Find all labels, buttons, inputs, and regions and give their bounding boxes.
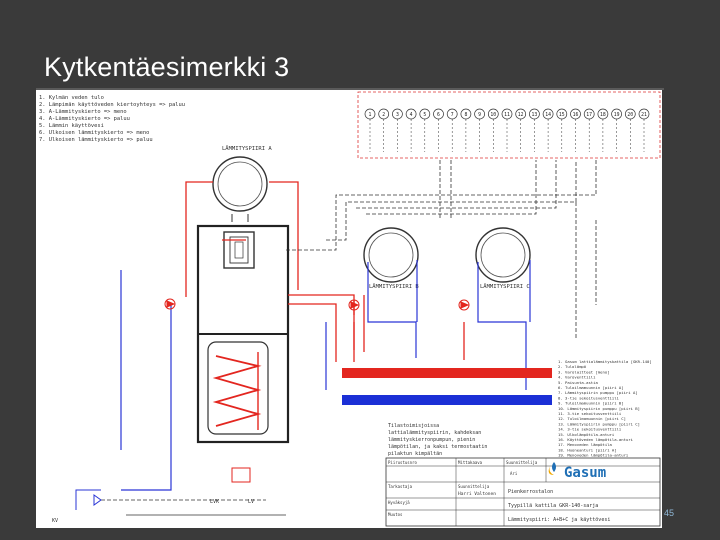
tb-value: Ari bbox=[510, 471, 518, 476]
legend-line: 3. A-Lämmityskierto => meno bbox=[39, 109, 127, 115]
control-wiring bbox=[286, 160, 597, 340]
note-line: lämpötilan, ja kaksi termostaatin bbox=[388, 444, 487, 450]
terminal-circles: 1 2 3 4 5 6 7 8 9 10 11 12 13 14 15 16 17 18 19 20 21 bbox=[364, 108, 650, 152]
note-line: lattialämmityspiirin, kahdeksan bbox=[388, 430, 481, 436]
terminal-number: 3 bbox=[396, 112, 399, 118]
note-line: Tilastoimisjoissa bbox=[388, 423, 439, 429]
terminal-number: 9 bbox=[478, 112, 481, 118]
tb-label: Suunnittelija bbox=[506, 460, 538, 465]
terminal-number: 2 bbox=[382, 112, 385, 118]
terminal-number: 18 bbox=[600, 112, 606, 118]
terminal-number: 1 bbox=[369, 112, 372, 118]
tb-left-label: Tarkastaja bbox=[388, 484, 413, 489]
legend-line: 5. Lämmin käyttövesi bbox=[39, 123, 104, 129]
terminal-number: 7 bbox=[451, 112, 454, 118]
legend-line: 2. Lämpimän käyttöveden kiertoyhteys => … bbox=[39, 102, 185, 108]
bottom-connections: LVK LV KV bbox=[52, 467, 286, 524]
tb-label: Piirustusnro bbox=[388, 460, 417, 465]
note-block: Tilastoimisjoissa lattialämmityspiirin, … bbox=[388, 423, 487, 457]
circuit-a: LÄMMITYSPIIRI A bbox=[212, 145, 272, 222]
heating-diagram: 1. Kylmän veden tulo 2. Lämpimän käyttöv… bbox=[36, 90, 662, 528]
terminal-number: 19 bbox=[614, 112, 620, 118]
legend-line: 1. Kylmän veden tulo bbox=[39, 95, 104, 101]
supply-manifold bbox=[342, 368, 552, 378]
label-lv: LV bbox=[248, 499, 254, 505]
terminal-number: 15 bbox=[559, 112, 565, 118]
legend-line: 6. Ulkoisen lämmityskierto => meno bbox=[39, 130, 149, 136]
return-manifold bbox=[342, 395, 552, 405]
terminal-number: 14 bbox=[545, 112, 551, 118]
circuit-c: LÄMMITYSPIIRI C bbox=[475, 227, 531, 290]
terminal-number: 13 bbox=[532, 112, 538, 118]
terminal-number: 4 bbox=[410, 112, 413, 118]
tb-left-label: Hyväksyjä bbox=[388, 500, 410, 505]
terminal-number: 17 bbox=[586, 112, 592, 118]
tb-desc: Lämmityspiiri: A+B+C ja käyttövesi bbox=[508, 517, 610, 523]
tb-desc: Tyypillä kattila GKR-140-sarja bbox=[508, 503, 598, 509]
boiler-unit bbox=[196, 224, 290, 444]
title-block: Piirustusnro Mittakaava Suunnittelija Ar… bbox=[385, 457, 661, 527]
terminal-strip: 1 2 3 4 5 6 7 8 9 10 11 12 13 14 15 16 17 18 19 20 21 bbox=[357, 91, 661, 159]
terminal-number: 6 bbox=[437, 112, 440, 118]
note-line: lämmityskierronpumpun, pienin bbox=[388, 437, 475, 443]
circuit-b-label: LÄMMITYSPIIRI B bbox=[369, 283, 419, 290]
terminal-number: 16 bbox=[573, 112, 579, 118]
schematic-svg: 1. Kylmän veden tulo 2. Lämpimän käyttöv… bbox=[39, 91, 661, 527]
terminal-number: 12 bbox=[518, 112, 524, 118]
note-line: pilaktun kimpältän bbox=[388, 451, 442, 457]
terminal-number: 5 bbox=[423, 112, 426, 118]
circuit-a-label: LÄMMITYSPIIRI A bbox=[222, 145, 272, 152]
connection-legend: 1. Kylmän veden tulo 2. Lämpimän käyttöv… bbox=[39, 95, 185, 143]
circuit-c-label: LÄMMITYSPIIRI C bbox=[480, 283, 530, 290]
terminal-number: 20 bbox=[627, 112, 633, 118]
tb-designer-label: Suunnittelija bbox=[458, 484, 490, 489]
distribution-manifold bbox=[342, 368, 552, 405]
tb-left-label: Muutos bbox=[388, 512, 403, 517]
legend-line: 7. Ulkoisen lämmityskierto => paluu bbox=[39, 137, 153, 143]
terminal-number: 10 bbox=[490, 112, 496, 118]
terminal-number: 8 bbox=[464, 112, 467, 118]
tb-designer-value: Harri Valtonen bbox=[458, 491, 496, 497]
tb-desc: Pienkerrostalon bbox=[508, 489, 553, 495]
label-lvk: LVK bbox=[210, 499, 219, 505]
gasum-logo-text: Gasum bbox=[564, 465, 606, 481]
slide-title: Kytkentäesimerkki 3 bbox=[44, 52, 290, 82]
circuit-b: LÄMMITYSPIIRI B bbox=[363, 227, 419, 290]
legend-line: 4. A-Lämmityskierto => paluu bbox=[39, 116, 130, 122]
label-kv: KV bbox=[52, 518, 58, 524]
terminal-number: 11 bbox=[504, 112, 510, 118]
tb-label: Mittakaava bbox=[458, 460, 483, 465]
terminal-number: 21 bbox=[641, 112, 647, 118]
page-number: 45 bbox=[664, 508, 675, 518]
